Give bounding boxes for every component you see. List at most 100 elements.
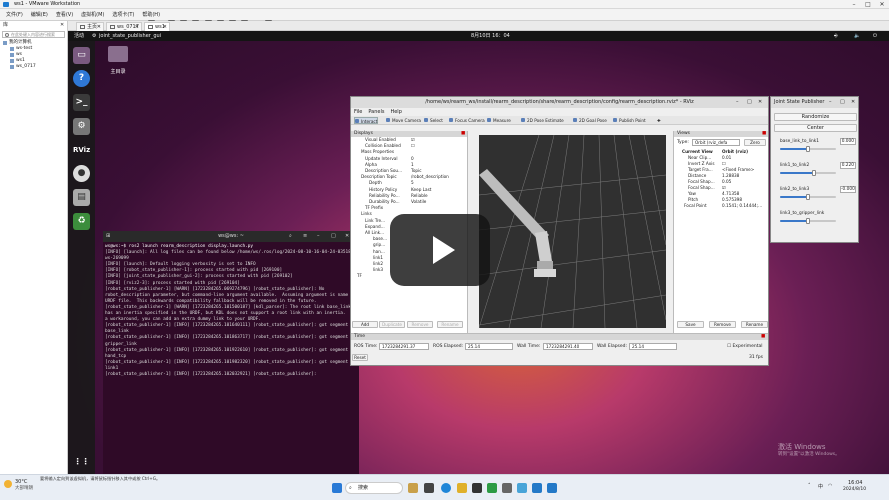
tab-ws1[interactable]: ws1 ✕ — [144, 22, 170, 31]
input-language[interactable]: 中 — [818, 483, 823, 490]
rviz-tool-interact[interactable]: Interact — [354, 117, 379, 124]
joint-value-field[interactable]: 0.000 — [840, 138, 856, 145]
volume-icon[interactable]: 🔈 — [854, 31, 860, 41]
video-play-button[interactable] — [390, 214, 490, 286]
3d-viewport[interactable] — [479, 135, 666, 328]
library-tree-item[interactable]: ws_0717 — [0, 64, 67, 70]
tray-chevron-icon[interactable]: ˄ — [808, 483, 811, 489]
menu-item[interactable]: 查看(V) — [52, 9, 77, 21]
close-icon[interactable]: ✕ — [60, 21, 64, 30]
wall-elapsed-field[interactable]: 25.14 — [629, 343, 677, 350]
disc-icon[interactable]: ● — [73, 165, 90, 182]
experimental-checkbox[interactable]: ☐ Experimental — [727, 344, 762, 349]
new-tab-icon[interactable]: ⊞ — [106, 231, 110, 242]
joint-slider-handle[interactable] — [811, 170, 816, 176]
joint-slider[interactable] — [780, 146, 836, 152]
duplicate-display-button[interactable]: Duplicate — [379, 321, 405, 328]
minimize-icon[interactable]: – — [736, 97, 739, 108]
wall-time-field[interactable]: 1723284291.40 — [543, 343, 593, 350]
minimize-icon[interactable]: – — [847, 0, 861, 9]
close-icon[interactable]: ■ — [761, 334, 765, 340]
tab-home[interactable]: 主页 ✕ — [76, 22, 104, 31]
add-display-button[interactable]: Add — [352, 321, 378, 328]
files-icon[interactable]: ▭ — [73, 47, 90, 64]
ros-elapsed-field[interactable]: 25.14 — [465, 343, 513, 350]
tab-ws-0717[interactable]: ws_0717 ✕ — [106, 22, 142, 31]
weather-icon[interactable] — [4, 480, 12, 488]
view-property-value[interactable]: 0.1541; 0.14444;... — [722, 203, 768, 209]
taskbar-time[interactable]: 16:04 — [848, 480, 862, 486]
joint-value-field[interactable]: 0.220 — [840, 162, 856, 169]
close-icon[interactable]: ✕ — [875, 0, 889, 9]
terminal-icon[interactable]: >_ — [73, 94, 90, 111]
file-explorer-icon[interactable] — [457, 483, 467, 493]
hamburger-menu-icon[interactable]: ≡ — [303, 231, 307, 242]
edge-icon[interactable] — [441, 483, 451, 493]
menu-item[interactable]: 选项卡(T) — [108, 9, 138, 21]
menu-item[interactable]: 文件(F) — [2, 9, 27, 21]
close-icon[interactable]: ✕ — [345, 231, 349, 242]
weather-desc[interactable]: 大部晴朗 — [15, 485, 33, 491]
add-tool-icon[interactable]: ✚ — [651, 117, 661, 124]
app2-icon[interactable] — [547, 483, 557, 493]
views-type-select[interactable]: Orbit (rviz_defa — [692, 139, 740, 146]
menu-item[interactable]: 虚拟机(M) — [77, 9, 108, 21]
rviz-tool-select[interactable]: Select — [424, 117, 443, 124]
close-icon[interactable]: ✕ — [163, 23, 167, 31]
task-view-icon[interactable] — [424, 483, 434, 493]
drive-icon[interactable]: ▤ — [73, 189, 90, 206]
vscode-icon[interactable] — [532, 483, 542, 493]
menu-item[interactable]: 编辑(E) — [27, 9, 52, 21]
rviz-menu-item[interactable]: File — [354, 109, 362, 115]
close-icon[interactable]: ✕ — [135, 23, 139, 31]
rename-display-button[interactable]: Rename — [437, 321, 463, 328]
rviz-icon[interactable]: RViz — [73, 142, 90, 159]
library-search-input[interactable]: 在此处键入内容进行搜索 — [2, 31, 65, 38]
joint-slider-handle[interactable] — [806, 194, 810, 200]
topbar-clock[interactable]: 8月10日 16：04 — [471, 31, 510, 41]
rename-view-button[interactable]: Rename — [741, 321, 768, 328]
rviz-tool-move-camera[interactable]: Move Camera — [386, 117, 421, 124]
rviz-tool-2d-pose-estimate[interactable]: 2D Pose Estimate — [521, 117, 564, 124]
maximize-icon[interactable]: □ — [840, 97, 845, 108]
widgets-icon[interactable] — [408, 483, 418, 493]
remove-view-button[interactable]: Remove — [709, 321, 736, 328]
rviz-tool-focus-camera[interactable]: Focus Camera — [449, 117, 485, 124]
maximize-icon[interactable]: □ — [331, 231, 336, 242]
maximize-icon[interactable]: □ — [747, 97, 752, 108]
rviz-menu-item[interactable]: Help — [390, 109, 401, 115]
rviz-tool-publish-point[interactable]: Publish Point — [613, 117, 646, 124]
close-icon[interactable]: ■ — [762, 131, 766, 137]
joint-slider[interactable] — [780, 194, 836, 200]
chrome-icon[interactable] — [517, 483, 527, 493]
wifi-icon[interactable]: ◠ — [828, 483, 832, 489]
store-icon[interactable] — [472, 483, 482, 493]
help-icon[interactable]: ? — [73, 70, 90, 87]
close-icon[interactable]: ✕ — [97, 23, 101, 31]
taskbar-date[interactable]: 2024/8/10 — [843, 487, 866, 492]
zero-button[interactable]: Zero — [744, 139, 766, 146]
vmware-taskbar-icon[interactable] — [502, 483, 512, 493]
home-folder-label[interactable]: 主目录 — [104, 68, 132, 75]
viewport-canvas[interactable] — [479, 135, 666, 328]
joint-value-field[interactable]: -0.000 — [840, 186, 856, 193]
app-menu-label[interactable]: joint_state_publisher_gui — [99, 31, 161, 41]
search-icon[interactable]: ⌕ — [289, 231, 292, 242]
save-view-button[interactable]: Save — [677, 321, 704, 328]
joint-slider[interactable] — [780, 170, 836, 176]
app-icon[interactable] — [487, 483, 497, 493]
network-icon[interactable]: ⎆ — [834, 31, 838, 41]
ros-time-field[interactable]: 1723284291.37 — [379, 343, 429, 350]
joint-slider-handle[interactable] — [806, 218, 810, 224]
minimize-icon[interactable]: – — [317, 231, 320, 242]
home-folder-icon[interactable] — [108, 46, 128, 62]
taskbar-search[interactable]: ⌕ 搜索 — [345, 482, 403, 494]
close-icon[interactable]: ✕ — [851, 97, 855, 108]
power-icon[interactable]: ⏻ — [873, 31, 877, 41]
minimize-icon[interactable]: – — [829, 97, 832, 108]
rviz-menu-item[interactable]: Panels — [368, 109, 384, 115]
maximize-icon[interactable]: □ — [861, 0, 875, 9]
rviz-tool-2d-goal-pose[interactable]: 2D Goal Pose — [573, 117, 607, 124]
close-icon[interactable]: ✕ — [758, 97, 762, 108]
randomize-button[interactable]: Randomize — [774, 113, 857, 121]
